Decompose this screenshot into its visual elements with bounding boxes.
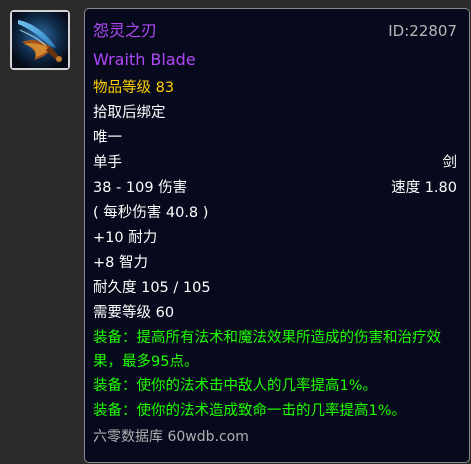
footer-source: 六零数据库 60wdb.com: [93, 427, 457, 447]
equip-effect-3-text: 装备：使你的法术造成致命一击的几率提高1%。: [93, 403, 407, 419]
durability-label: 耐久度 105 / 105: [93, 280, 211, 296]
unique-label: 唯一: [93, 130, 122, 146]
intellect-label: +8 智力: [93, 255, 148, 271]
item-level-label: 物品等级: [93, 80, 151, 96]
dps-row: ( 每秒伤害 40.8 ): [93, 203, 457, 223]
durability-row: 耐久度 105 / 105: [93, 278, 457, 298]
intellect-row: +8 智力: [93, 253, 457, 273]
item-level-row: 物品等级 83: [93, 78, 457, 98]
equip-effect-1-text: 装备：提高所有法术和魔法效果所造成的伤害和治疗效果，最多95点。: [93, 330, 441, 370]
required-level-label: 需要等级 60: [93, 305, 175, 321]
stamina-label: +10 耐力: [93, 230, 158, 246]
dps-label: ( 每秒伤害 40.8 ): [93, 205, 209, 221]
unique-text: 唯一: [93, 128, 457, 148]
damage-row: 38 - 109 伤害 速度 1.80: [93, 178, 457, 198]
bind-text: 拾取后绑定: [93, 103, 457, 123]
equip-effect-2-text: 装备：使你的法术击中敌人的几率提高1%。: [93, 378, 378, 394]
required-level-row: 需要等级 60: [93, 303, 457, 323]
item-page: 怨灵之刃 ID:22807 Wraith Blade 物品等级 83 拾取后绑定…: [0, 0, 471, 464]
item-tooltip: 怨灵之刃 ID:22807 Wraith Blade 物品等级 83 拾取后绑定…: [84, 8, 470, 463]
item-name-cn: 怨灵之刃: [93, 21, 158, 40]
footer-source-text: 六零数据库 60wdb.com: [93, 429, 249, 445]
damage-label: 38 - 109 伤害: [93, 180, 188, 196]
item-name-en: Wraith Blade: [93, 50, 196, 69]
item-id: ID:22807: [388, 22, 457, 40]
slot-label: 单手: [93, 155, 122, 171]
equip-effect-3: 装备：使你的法术造成致命一击的几率提高1%。: [93, 401, 457, 421]
slot-row: 单手 剑: [93, 153, 457, 173]
speed-label: 速度 1.80: [391, 180, 457, 196]
equip-effect-2: 装备：使你的法术击中敌人的几率提高1%。: [93, 376, 457, 396]
weapon-type-label: 剑: [442, 155, 458, 171]
wraith-blade-sword-icon: [10, 10, 70, 70]
item-level-value: 83: [155, 80, 175, 96]
equip-effect-1: 装备：提高所有法术和魔法效果所造成的伤害和治疗效果，最多95点。: [93, 326, 457, 374]
item-name-row: 怨灵之刃 ID:22807: [93, 21, 457, 41]
item-name-en-row: Wraith Blade: [93, 50, 457, 70]
stamina-row: +10 耐力: [93, 228, 457, 248]
bind-label: 拾取后绑定: [93, 105, 166, 121]
